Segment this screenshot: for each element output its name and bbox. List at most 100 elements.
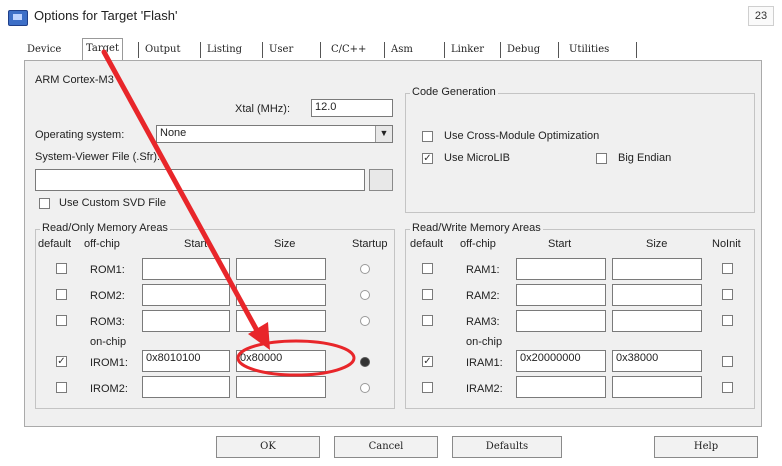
irom1-default-checkbox[interactable]: ✓ [56,356,67,367]
ram1-start-input[interactable] [516,258,606,280]
code-generation-title: Code Generation [410,86,498,98]
rom-onchip-label: on-chip [90,336,127,348]
svd-file-input[interactable] [35,169,365,191]
defaults-button[interactable]: Defaults [452,436,562,458]
xtal-input[interactable]: 12.0 [311,99,393,117]
rom3-start-input[interactable] [142,310,230,332]
rom2-label: ROM2: [90,290,125,302]
tab-user[interactable]: User [266,40,296,60]
tab-c-cpp[interactable]: C/C++ [328,40,369,60]
cross-module-checkbox[interactable] [422,131,433,142]
tab-separator [558,42,559,58]
rom-group: Read/Only Memory Areas default off-chip … [35,222,395,409]
rom3-startup-radio[interactable] [360,316,370,326]
rom2-size-input[interactable] [236,284,326,306]
rom1-default-checkbox[interactable] [56,263,67,274]
ram3-start-input[interactable] [516,310,606,332]
close-button[interactable]: 23 [748,6,774,26]
rom-header-default: default [38,238,72,250]
iram1-noinit-checkbox[interactable] [722,356,733,367]
cross-module-label: Use Cross-Module Optimization [444,130,600,142]
tab-linker[interactable]: Linker [448,40,487,60]
tab-debug[interactable]: Debug [504,40,543,60]
rom2-default-checkbox[interactable] [56,289,67,300]
title-bar: Options for Target 'Flash' 23 [0,0,782,34]
custom-svd-checkbox[interactable] [39,198,50,209]
ram2-size-input[interactable] [612,284,702,306]
ram2-label: RAM2: [466,290,500,302]
iram1-default-checkbox[interactable]: ✓ [422,356,433,367]
iram2-label: IRAM2: [466,383,503,395]
svd-browse-button[interactable] [369,169,393,191]
rom-header-offchip: off-chip [84,238,120,250]
options-dialog: Options for Target 'Flash' 23 Device Tar… [0,0,782,466]
irom2-label: IROM2: [90,383,128,395]
iram2-noinit-checkbox[interactable] [722,382,733,393]
rom3-label: ROM3: [90,316,125,328]
iram2-start-input[interactable] [516,376,606,398]
target-panel: ARM Cortex-M3 Xtal (MHz): 12.0 Operating… [24,60,762,427]
microlib-checkbox[interactable]: ✓ [422,153,433,164]
tab-listing[interactable]: Listing [204,40,245,60]
ram2-start-input[interactable] [516,284,606,306]
cpu-label: ARM Cortex-M3 [35,74,114,86]
rom-group-title: Read/Only Memory Areas [40,222,170,234]
ram1-size-input[interactable] [612,258,702,280]
tab-device[interactable]: Device [24,40,64,60]
rom3-default-checkbox[interactable] [56,315,67,326]
tab-separator [262,42,263,58]
ram3-size-input[interactable] [612,310,702,332]
irom1-start-input[interactable]: 0x8010100 [142,350,230,372]
irom2-start-input[interactable] [142,376,230,398]
ram1-label: RAM1: [466,264,500,276]
microlib-label: Use MicroLIB [444,152,511,164]
tab-separator [320,42,321,58]
ram1-noinit-checkbox[interactable] [722,263,733,274]
xtal-label: Xtal (MHz): [235,103,290,115]
ram-group: Read/Write Memory Areas default off-chip… [405,222,755,409]
ram1-default-checkbox[interactable] [422,263,433,274]
ram-header-start: Start [548,238,572,250]
irom2-default-checkbox[interactable] [56,382,67,393]
ram2-noinit-checkbox[interactable] [722,289,733,300]
ram-header-size: Size [646,238,668,250]
tab-output[interactable]: Output [142,40,184,60]
os-select[interactable]: None ▼ [156,125,393,143]
big-endian-checkbox[interactable] [596,153,607,164]
custom-svd-label: Use Custom SVD File [59,197,166,209]
ram3-noinit-checkbox[interactable] [722,315,733,326]
irom2-size-input[interactable] [236,376,326,398]
ram3-default-checkbox[interactable] [422,315,433,326]
ram-header-offchip: off-chip [460,238,496,250]
big-endian-label: Big Endian [618,152,672,164]
rom2-start-input[interactable] [142,284,230,306]
ok-button[interactable]: OK [216,436,320,458]
iram2-default-checkbox[interactable] [422,382,433,393]
rom1-start-input[interactable] [142,258,230,280]
irom1-startup-radio[interactable] [360,357,370,367]
iram1-label: IRAM1: [466,357,503,369]
iram1-start-input[interactable]: 0x20000000 [516,350,606,372]
app-icon [8,10,28,26]
tab-utilities[interactable]: Utilities [566,40,612,60]
ram2-default-checkbox[interactable] [422,289,433,300]
chevron-down-icon[interactable]: ▼ [375,126,392,142]
window-title: Options for Target 'Flash' [34,8,178,23]
cancel-button[interactable]: Cancel [334,436,438,458]
tab-separator [636,42,637,58]
ram-header-noinit: NoInit [712,238,741,250]
iram2-size-input[interactable] [612,376,702,398]
rom2-startup-radio[interactable] [360,290,370,300]
irom1-size-input[interactable]: 0x80000 [236,350,326,372]
help-button[interactable]: Help [654,436,758,458]
rom3-size-input[interactable] [236,310,326,332]
rom1-size-input[interactable] [236,258,326,280]
tab-asm[interactable]: Asm [388,40,416,60]
ram-onchip-label: on-chip [466,336,503,348]
rom1-startup-radio[interactable] [360,264,370,274]
os-select-value: None [160,127,187,139]
tab-target[interactable]: Target [82,38,123,61]
rom-header-start: Start [184,238,208,250]
iram1-size-input[interactable]: 0x38000 [612,350,702,372]
irom2-startup-radio[interactable] [360,383,370,393]
